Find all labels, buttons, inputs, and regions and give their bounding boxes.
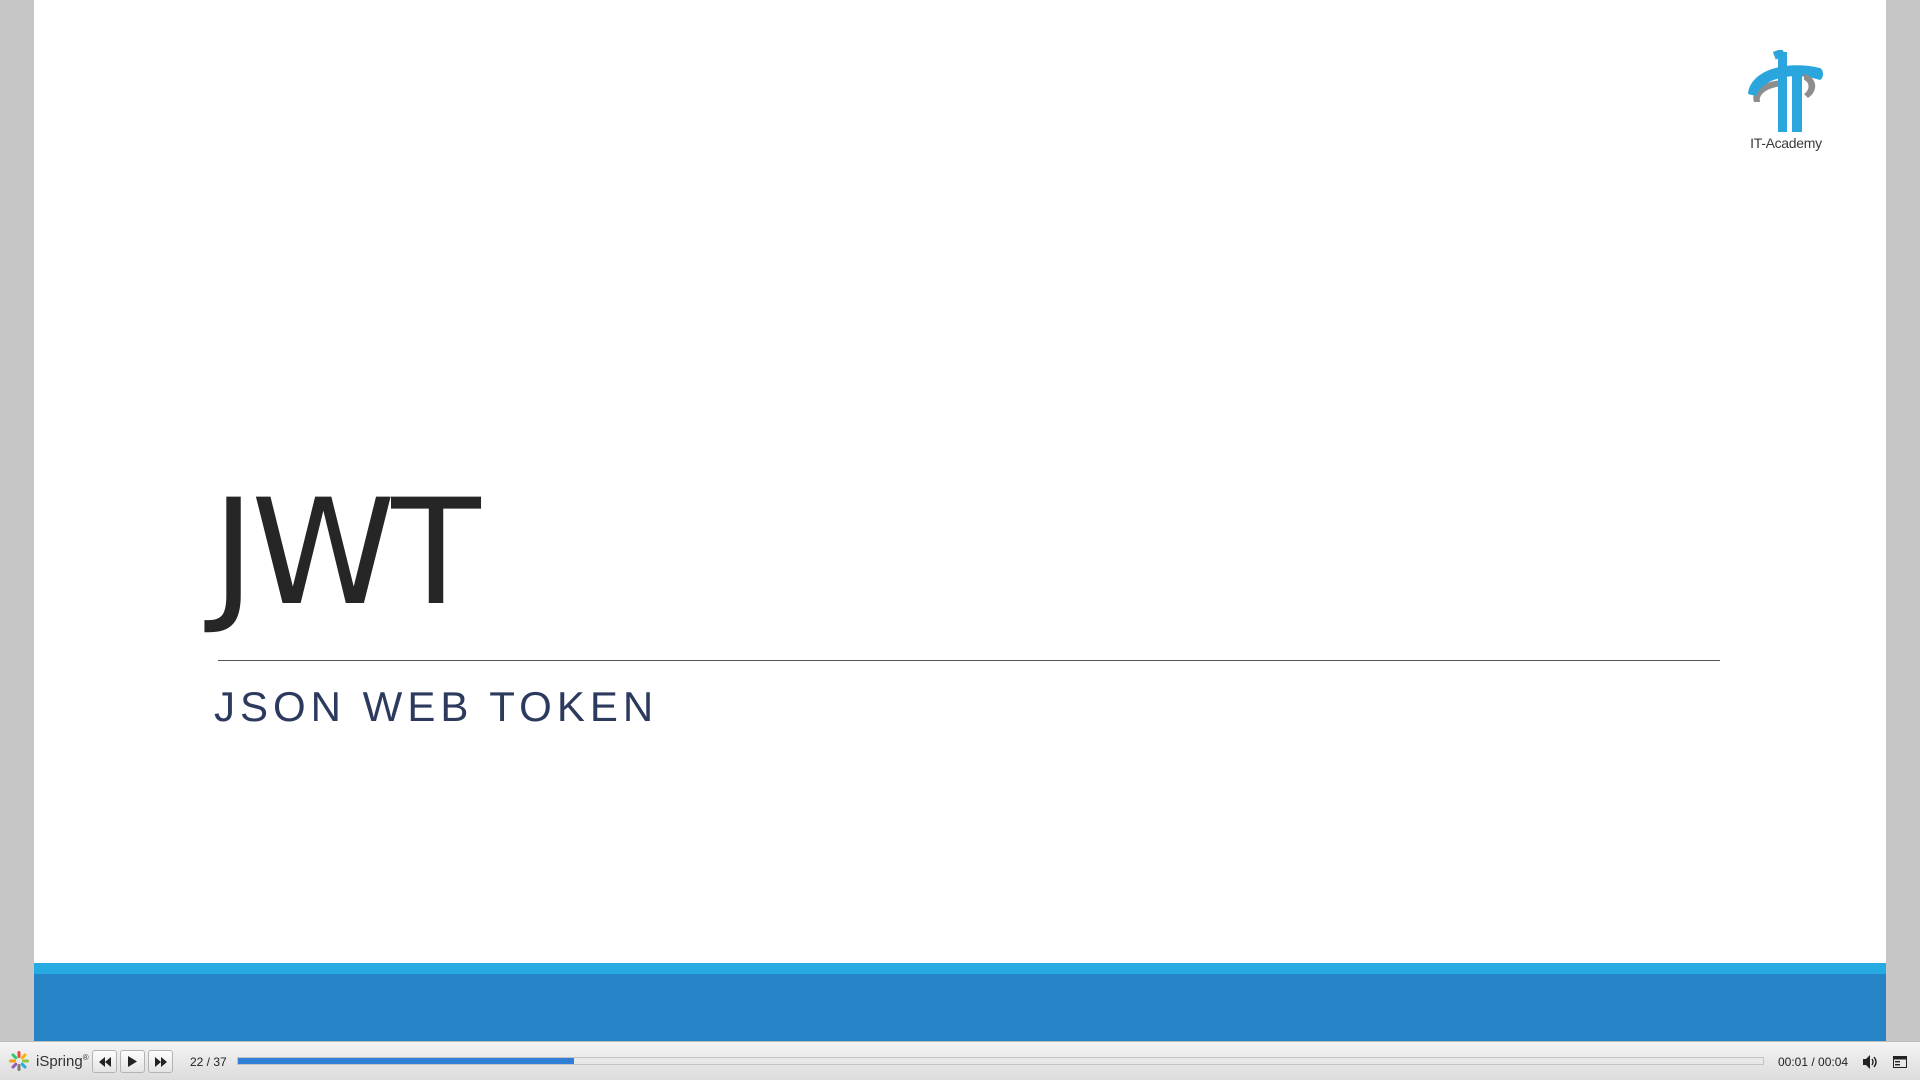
previous-slide-button[interactable] [92, 1050, 117, 1073]
layout-toggle-icon [1893, 1056, 1907, 1068]
playback-progress-bar[interactable] [237, 1057, 1764, 1065]
play-icon [128, 1056, 137, 1067]
volume-button[interactable] [1859, 1051, 1883, 1073]
it-academy-logo: IT-Academy [1740, 50, 1832, 154]
slide-title: JWT [212, 468, 481, 638]
brand-label: iSpring® [36, 1053, 89, 1070]
layout-toggle-button[interactable] [1888, 1051, 1912, 1073]
brand-mark: ® [82, 1052, 89, 1062]
footer-band-light [34, 963, 1886, 974]
footer-band-dark [34, 974, 1886, 1041]
player-control-bar: iSpring® 22 / 37 00:01 / 00:04 [0, 1041, 1920, 1080]
brand-name: iSpring [36, 1052, 83, 1070]
logo-caption: IT-Academy [1750, 135, 1822, 151]
progress-fill [238, 1058, 574, 1064]
rewind-icon [98, 1056, 111, 1067]
slide-counter: 22 / 37 [190, 1055, 227, 1069]
slide-canvas: IT-Academy JWT JSON WEB TOKEN [34, 0, 1886, 1041]
title-divider [218, 660, 1720, 661]
it-academy-logo-mark [1748, 50, 1823, 132]
fast-forward-icon [154, 1056, 167, 1067]
ispring-brand[interactable]: iSpring® [8, 1050, 89, 1072]
time-display: 00:01 / 00:04 [1778, 1055, 1849, 1069]
next-slide-button[interactable] [148, 1050, 173, 1073]
slide-subtitle: JSON WEB TOKEN [214, 683, 659, 730]
speaker-icon [1863, 1055, 1877, 1069]
ispring-logo-icon [9, 1051, 29, 1071]
play-button[interactable] [120, 1050, 145, 1073]
